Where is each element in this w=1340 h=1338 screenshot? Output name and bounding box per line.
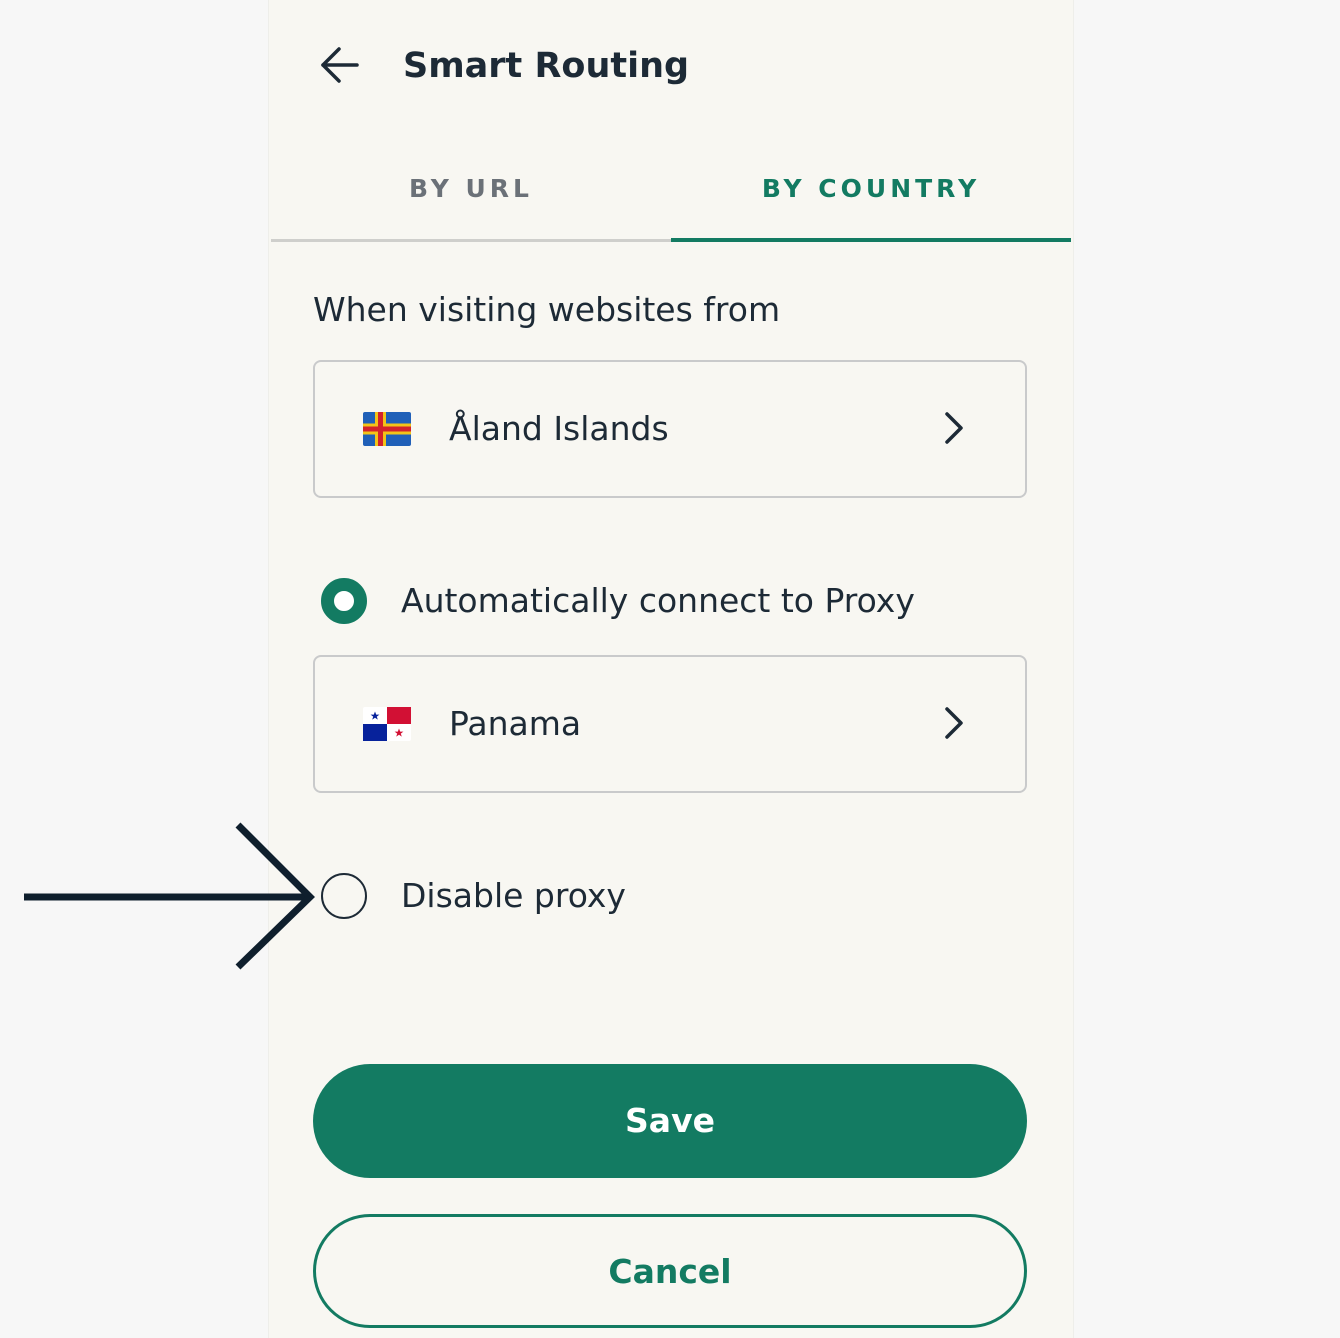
auto-connect-label: Automatically connect to Proxy	[401, 581, 915, 620]
chevron-right-icon	[945, 412, 963, 444]
cancel-button[interactable]: Cancel	[313, 1214, 1027, 1328]
page-title: Smart Routing	[403, 46, 690, 86]
save-button[interactable]: Save	[313, 1064, 1027, 1178]
pointer-arrow-icon	[24, 822, 315, 970]
disable-proxy-radio[interactable]	[321, 873, 367, 919]
panama-flag-icon	[363, 707, 411, 741]
disable-proxy-label: Disable proxy	[401, 876, 626, 915]
proxy-country-selector[interactable]: Panama	[313, 655, 1027, 793]
arrow-left-icon	[321, 47, 359, 83]
aland-islands-flag-icon	[363, 412, 411, 446]
back-button[interactable]	[317, 40, 363, 90]
smart-routing-panel: Smart Routing BY URL BY COUNTRY When vis…	[268, 0, 1074, 1338]
from-country-selector[interactable]: Åland Islands	[313, 360, 1027, 498]
proxy-country-name: Panama	[449, 704, 582, 743]
tab-by-url[interactable]: BY URL	[271, 160, 671, 242]
auto-connect-radio[interactable]	[321, 578, 367, 624]
section-label: When visiting websites from	[313, 290, 781, 329]
chevron-right-icon	[945, 707, 963, 739]
tab-bar: BY URL BY COUNTRY	[271, 160, 1071, 242]
from-country-name: Åland Islands	[449, 409, 669, 448]
tab-by-country[interactable]: BY COUNTRY	[671, 160, 1071, 242]
